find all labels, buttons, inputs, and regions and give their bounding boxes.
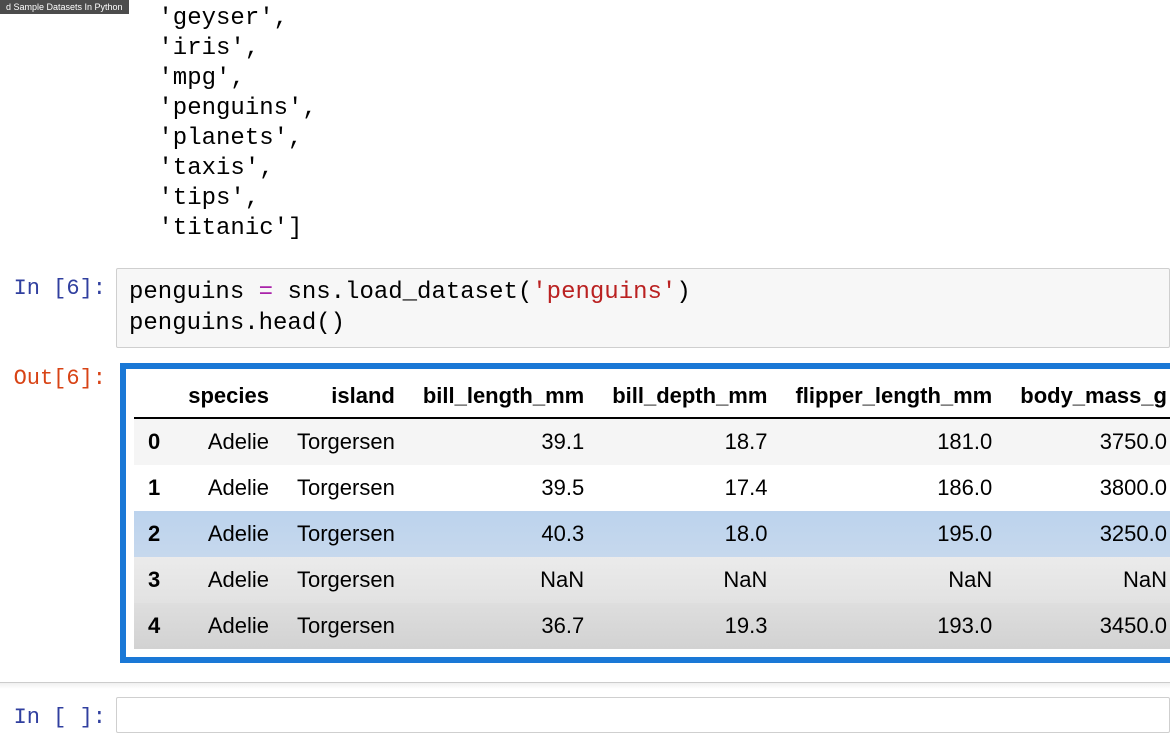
code-token: penguins.head() xyxy=(129,310,345,337)
table-cell: 3450.0 xyxy=(1006,603,1170,649)
dataframe-highlight-frame: speciesislandbill_length_mmbill_depth_mm… xyxy=(120,363,1170,663)
table-header: bill_depth_mm xyxy=(598,373,781,418)
code-token: penguins xyxy=(129,279,244,306)
table-cell: Torgersen xyxy=(283,511,409,557)
table-cell: 3750.0 xyxy=(1006,418,1170,465)
code-token: ) xyxy=(676,279,690,306)
table-header: species xyxy=(174,373,283,418)
row-index: 0 xyxy=(134,418,174,465)
output-prompt-6: Out[6]: xyxy=(0,358,116,391)
code-token: 'penguins' xyxy=(532,279,676,306)
table-cell: NaN xyxy=(781,557,1006,603)
dataframe-header-row: speciesislandbill_length_mmbill_depth_mm… xyxy=(134,373,1170,418)
table-cell: Adelie xyxy=(174,465,283,511)
table-cell: 195.0 xyxy=(781,511,1006,557)
table-cell: 193.0 xyxy=(781,603,1006,649)
row-index: 4 xyxy=(134,603,174,649)
table-row: 0AdelieTorgersen39.118.7181.03750.0Male xyxy=(134,418,1170,465)
input-prompt-6: In [6]: xyxy=(0,268,116,301)
table-cell: 3800.0 xyxy=(1006,465,1170,511)
code-token: sns.load_dataset( xyxy=(287,279,532,306)
table-cell: 18.0 xyxy=(598,511,781,557)
table-cell: 39.1 xyxy=(409,418,598,465)
table-cell: Torgersen xyxy=(283,603,409,649)
table-row: 3AdelieTorgersenNaNNaNNaNNaNNaN xyxy=(134,557,1170,603)
table-cell: Adelie xyxy=(174,557,283,603)
previous-cell-output: 'geyser', 'iris', 'mpg', 'penguins', 'pl… xyxy=(0,0,1170,268)
code-input-empty[interactable] xyxy=(116,697,1170,733)
dataframe-table: speciesislandbill_length_mmbill_depth_mm… xyxy=(134,373,1170,649)
cell-separator-shadow xyxy=(0,683,1170,689)
table-header: flipper_length_mm xyxy=(781,373,1006,418)
table-cell: 3250.0 xyxy=(1006,511,1170,557)
code-input-6[interactable]: penguins = sns.load_dataset('penguins') … xyxy=(116,268,1170,348)
table-cell: 17.4 xyxy=(598,465,781,511)
table-cell: Torgersen xyxy=(283,557,409,603)
table-cell: Adelie xyxy=(174,418,283,465)
table-cell: 19.3 xyxy=(598,603,781,649)
table-cell: NaN xyxy=(1006,557,1170,603)
row-index: 1 xyxy=(134,465,174,511)
table-cell: 18.7 xyxy=(598,418,781,465)
output-cell-6: Out[6]: speciesislandbill_length_mmbill_… xyxy=(0,358,1170,668)
table-cell: NaN xyxy=(409,557,598,603)
table-header: island xyxy=(283,373,409,418)
table-cell: 186.0 xyxy=(781,465,1006,511)
table-cell: Adelie xyxy=(174,603,283,649)
row-index: 2 xyxy=(134,511,174,557)
table-cell: Adelie xyxy=(174,511,283,557)
table-cell: 36.7 xyxy=(409,603,598,649)
table-cell: NaN xyxy=(598,557,781,603)
table-cell: 40.3 xyxy=(409,511,598,557)
table-row: 2AdelieTorgersen40.318.0195.03250.0Femal… xyxy=(134,511,1170,557)
table-cell: Torgersen xyxy=(283,418,409,465)
row-index: 3 xyxy=(134,557,174,603)
input-prompt-empty: In [ ]: xyxy=(0,697,116,730)
code-cell-6[interactable]: In [6]: penguins = sns.load_dataset('pen… xyxy=(0,268,1170,348)
table-header: bill_length_mm xyxy=(409,373,598,418)
notebook: 'geyser', 'iris', 'mpg', 'penguins', 'pl… xyxy=(0,0,1170,733)
table-cell: Torgersen xyxy=(283,465,409,511)
table-header: body_mass_g xyxy=(1006,373,1170,418)
table-row: 4AdelieTorgersen36.719.3193.03450.0Femal… xyxy=(134,603,1170,649)
table-cell: 39.5 xyxy=(409,465,598,511)
table-cell: 181.0 xyxy=(781,418,1006,465)
table-header xyxy=(134,373,174,418)
code-token: = xyxy=(244,279,287,306)
empty-code-cell[interactable]: In [ ]: xyxy=(0,697,1170,733)
video-overlay-text: d Sample Datasets In Python xyxy=(0,0,129,14)
table-row: 1AdelieTorgersen39.517.4186.03800.0Femal… xyxy=(134,465,1170,511)
